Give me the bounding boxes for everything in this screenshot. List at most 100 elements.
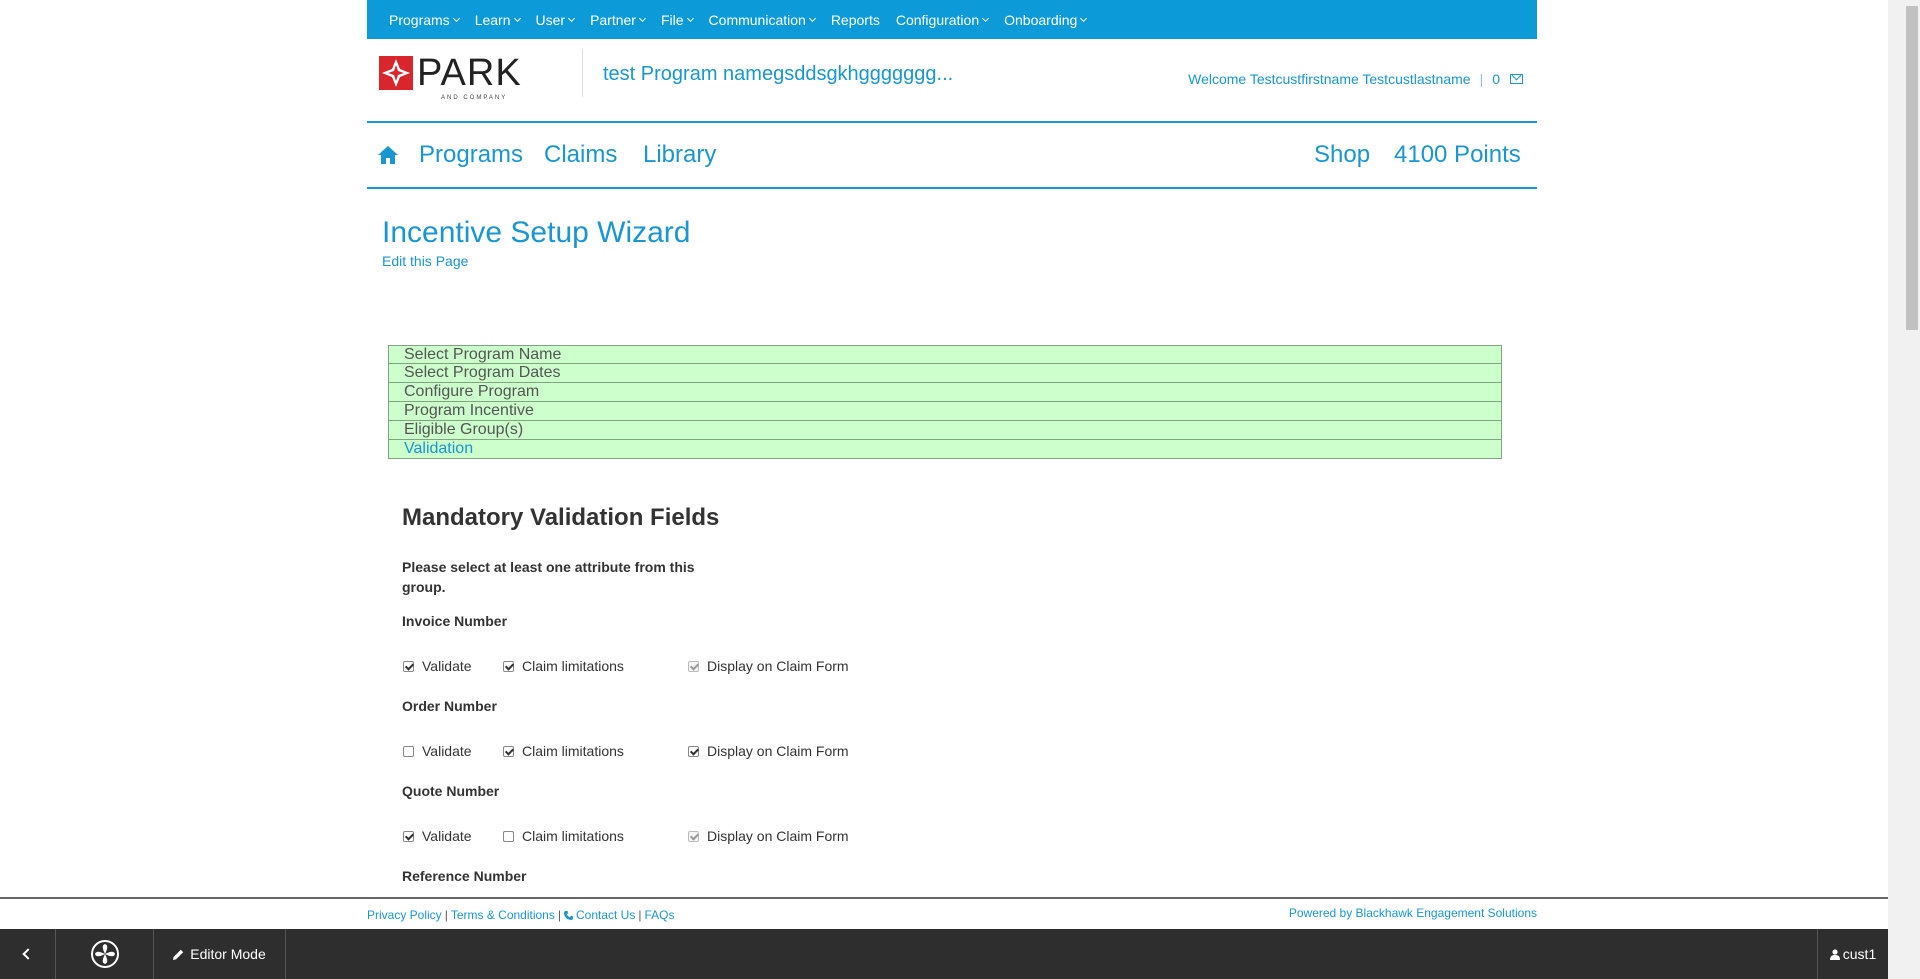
editor-mode-button[interactable]: Editor Mode	[154, 929, 286, 979]
quote-validate-label: Validate	[422, 828, 472, 844]
invoice-validate-checkbox[interactable]	[403, 660, 414, 672]
message-count[interactable]: 0	[1492, 71, 1500, 87]
order-display-option: Display on Claim Form	[688, 743, 849, 759]
order-validate-option: Validate	[403, 743, 472, 759]
admin-top-nav: Programs Learn User Partner File Communi…	[367, 0, 1537, 39]
footer-links: Privacy Policy | Terms & Conditions | Co…	[367, 908, 674, 922]
user-icon	[1829, 948, 1840, 960]
invoice-display-label: Display on Claim Form	[707, 658, 849, 674]
invoice-display-checkbox	[688, 660, 699, 672]
nav-programs[interactable]: Programs	[419, 141, 523, 169]
order-claim-limitations-option: Claim limitations	[503, 743, 624, 759]
page: { "topnav": { "items": [ {"label": "Prog…	[0, 0, 1920, 979]
phone-icon	[563, 910, 573, 920]
faqs-link[interactable]: FAQs	[644, 908, 674, 922]
order-validate-label: Validate	[422, 743, 472, 759]
page-scrollbar[interactable]	[1888, 0, 1920, 979]
site-header: PARK AND COMPANY test Program namegsddsg…	[367, 39, 1537, 123]
topnav-communication[interactable]: Communication	[708, 11, 816, 28]
quote-validate-option: Validate	[403, 828, 472, 844]
chevron-down-icon	[568, 14, 576, 22]
step-eligible-groups[interactable]: Eligible Group(s)	[388, 421, 1502, 440]
chevron-down-icon	[1080, 14, 1088, 22]
welcome-separator: |	[1479, 71, 1484, 87]
step-validation[interactable]: Validation	[388, 440, 1502, 459]
order-validate-checkbox[interactable]	[403, 745, 414, 757]
user-name: cust1	[1842, 946, 1877, 962]
nav-points[interactable]: 4100 Points	[1394, 141, 1521, 169]
chevron-down-icon	[638, 14, 647, 22]
topnav-user[interactable]: User	[535, 11, 576, 28]
footer-separator: |	[557, 908, 561, 922]
collapse-toolbar-button[interactable]	[0, 929, 56, 979]
field-label-order-number: Order Number	[402, 698, 497, 714]
step-select-program-dates[interactable]: Select Program Dates	[388, 364, 1502, 383]
section-title: Mandatory Validation Fields	[402, 504, 720, 531]
topnav-user-label: User	[535, 11, 566, 28]
nav-claims[interactable]: Claims	[544, 141, 617, 169]
topnav-programs[interactable]: Programs	[389, 11, 460, 28]
topnav-programs-label: Programs	[389, 11, 450, 28]
main-nav: Programs Claims Library Shop 4100 Points	[367, 125, 1537, 189]
step-configure-program[interactable]: Configure Program	[388, 383, 1502, 402]
platform-logo-button[interactable]	[56, 929, 154, 979]
quote-validate-checkbox[interactable]	[403, 830, 414, 842]
pencil-icon	[173, 949, 184, 960]
field-label-reference-number: Reference Number	[402, 868, 527, 884]
quote-display-checkbox	[688, 830, 699, 842]
chevron-down-icon	[982, 14, 990, 22]
footer-divider	[0, 897, 1888, 899]
editor-mode-label: Editor Mode	[190, 946, 266, 962]
welcome-text[interactable]: Welcome Testcustfirstname Testcustlastna…	[1188, 71, 1470, 87]
nav-library[interactable]: Library	[643, 141, 716, 169]
invoice-claim-limitations-option: Claim limitations	[503, 658, 624, 674]
topnav-file-label: File	[660, 11, 684, 28]
park-logo[interactable]: PARK AND COMPANY	[379, 54, 522, 101]
editor-toolbar: Editor Mode cust1	[0, 929, 1888, 979]
topnav-partner-label: Partner	[590, 11, 636, 28]
topnav-learn[interactable]: Learn	[474, 11, 521, 28]
footer-separator: |	[444, 908, 448, 922]
chevron-down-icon	[686, 14, 694, 22]
topnav-reports[interactable]: Reports	[831, 12, 880, 28]
chevron-left-icon	[21, 948, 34, 960]
order-claim-limitations-checkbox[interactable]	[503, 745, 514, 757]
topnav-onboarding[interactable]: Onboarding	[1004, 12, 1088, 28]
order-claim-limitations-label: Claim limitations	[522, 743, 624, 759]
scrollbar-thumb[interactable]	[1906, 6, 1918, 330]
invoice-validate-option: Validate	[403, 658, 472, 674]
powered-by-link[interactable]: Powered by Blackhawk Engagement Solution…	[1289, 906, 1537, 920]
topnav-configuration[interactable]: Configuration	[895, 11, 990, 28]
wizard-steps: Select Program Name Select Program Dates…	[388, 345, 1502, 459]
footer-separator: |	[638, 908, 642, 922]
quote-display-option: Display on Claim Form	[688, 828, 849, 844]
quote-claim-limitations-checkbox[interactable]	[503, 830, 514, 842]
field-label-quote-number: Quote Number	[402, 783, 500, 799]
terms-link[interactable]: Terms & Conditions	[451, 908, 555, 922]
order-display-checkbox[interactable]	[688, 745, 699, 757]
privacy-policy-link[interactable]: Privacy Policy	[367, 908, 442, 922]
home-icon[interactable]	[377, 145, 399, 165]
step-program-incentive[interactable]: Program Incentive	[388, 402, 1502, 421]
topnav-communication-label: Communication	[708, 11, 806, 28]
page-title: Incentive Setup Wizard	[382, 216, 691, 249]
topnav-configuration-label: Configuration	[895, 11, 980, 28]
chevron-down-icon	[808, 14, 816, 22]
envelope-icon[interactable]	[1510, 74, 1523, 84]
invoice-claim-limitations-checkbox[interactable]	[503, 660, 514, 672]
field-label-invoice-number: Invoice Number	[402, 613, 508, 629]
chevron-down-icon	[452, 14, 460, 22]
topnav-partner[interactable]: Partner	[590, 11, 647, 28]
park-logo-mark-icon	[379, 56, 413, 90]
quote-claim-limitations-label: Claim limitations	[522, 828, 624, 844]
quote-claim-limitations-option: Claim limitations	[503, 828, 624, 844]
quote-display-label: Display on Claim Form	[707, 828, 849, 844]
nav-shop[interactable]: Shop	[1314, 141, 1370, 169]
user-menu-button[interactable]: cust1	[1817, 929, 1888, 979]
step-select-program-name[interactable]: Select Program Name	[388, 345, 1502, 364]
topnav-file[interactable]: File	[660, 11, 694, 28]
contact-us-link[interactable]: Contact Us	[576, 908, 635, 922]
edit-page-link[interactable]: Edit this Page	[382, 253, 468, 269]
topnav-reports-label: Reports	[830, 11, 880, 28]
topnav-learn-label: Learn	[474, 11, 511, 28]
